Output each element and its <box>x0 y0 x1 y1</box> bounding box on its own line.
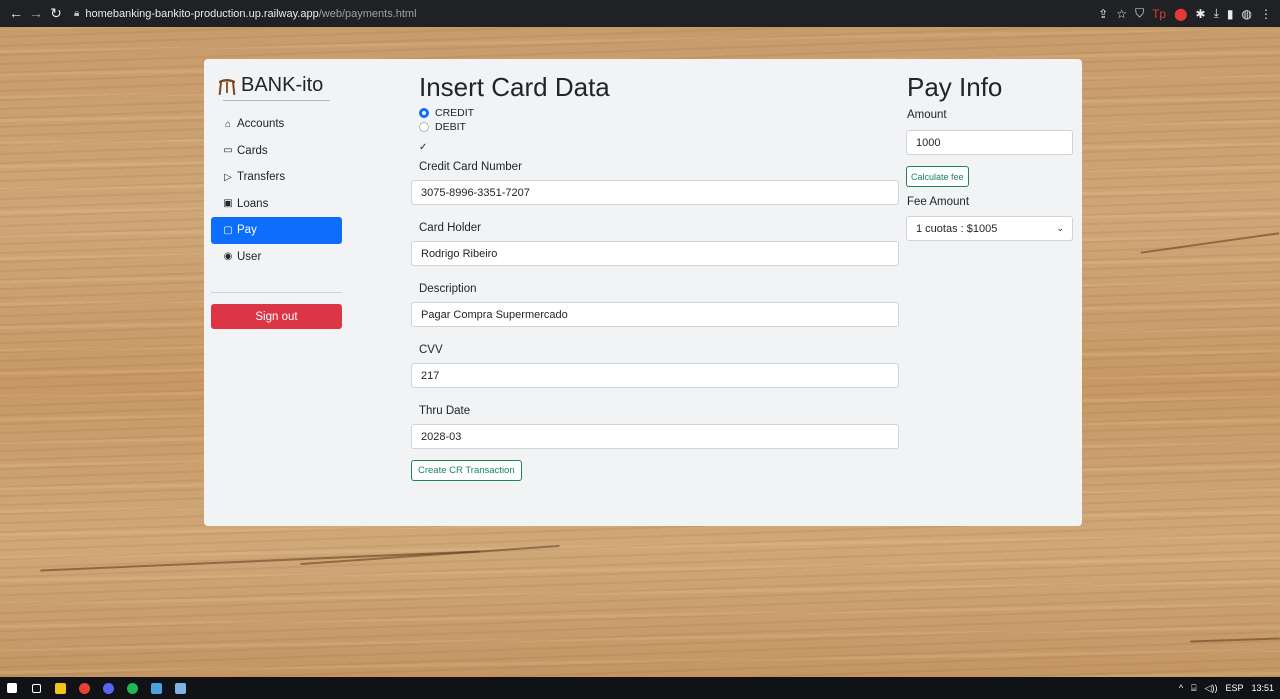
browser-menu-icon[interactable]: ⋮ <box>1260 7 1272 21</box>
notepad-icon[interactable] <box>168 677 192 699</box>
calculate-row: Calculate fee <box>906 166 1073 187</box>
clock[interactable]: 13:51 <box>1251 683 1274 693</box>
person-circle-icon: ◉ <box>223 251 233 263</box>
wood-crack <box>1189 637 1280 643</box>
extension-tp-icon[interactable]: Tp <box>1152 7 1166 21</box>
url-host: homebanking-bankito-production.up.railwa… <box>85 7 319 20</box>
file-explorer-icon[interactable] <box>48 677 72 699</box>
create-transaction-button[interactable]: Create CR Transaction <box>411 460 522 481</box>
sidebar-item-label: Pay <box>237 224 257 237</box>
card-holder-label: Card Holder <box>419 222 481 234</box>
extension-red-icon[interactable]: ⬤ <box>1174 7 1187 21</box>
pay-info-panel: Pay Info Amount 1000 Calculate fee Fee A… <box>906 72 1073 241</box>
profile-avatar-icon[interactable]: ◍ <box>1242 7 1252 21</box>
back-icon[interactable]: ← <box>6 5 26 22</box>
share-icon[interactable]: ⇪ <box>1098 7 1108 21</box>
sidebar-item-label: Cards <box>237 144 268 157</box>
app-card: BANK-ito ⌂ Accounts ▭ Cards ▷ Transfers … <box>204 59 1082 526</box>
brand-name: BANK-ito <box>241 74 324 96</box>
amount-input[interactable]: 1000 <box>906 130 1073 155</box>
pay-info-title: Pay Info <box>907 72 1003 102</box>
card-data-form: Insert Card Data CREDIT DEBIT ✓ Credit C… <box>411 72 899 481</box>
brand[interactable]: BANK-ito <box>211 72 342 99</box>
description-input[interactable]: Pagar Compra Supermercado <box>411 302 899 327</box>
card-holder-input[interactable]: Rodrigo Ribeiro <box>411 241 899 266</box>
wallet-icon: ▢ <box>223 224 233 236</box>
transfer-icon: ▷ <box>224 171 232 183</box>
sidebar-item-loans[interactable]: ▣ Loans <box>211 191 342 218</box>
cvv-label: CVV <box>419 344 443 356</box>
chevron-down-icon: ⌄ <box>1056 223 1064 233</box>
address-bar[interactable]: 🔒︎ homebanking-bankito-production.up.rai… <box>74 8 417 20</box>
chrome-icon[interactable] <box>72 677 96 699</box>
discord-icon[interactable] <box>96 677 120 699</box>
sidebar-item-label: Transfers <box>237 171 286 184</box>
sidebar-item-user[interactable]: ◉ User <box>211 244 342 271</box>
sidebar-item-label: Accounts <box>237 118 285 131</box>
sidebar-item-cards[interactable]: ▭ Cards <box>211 138 342 165</box>
amount-label: Amount <box>907 109 947 121</box>
browser-extensions: ⇪ ☆ ⛉ Tp ⬤ ✱ ⤓ ▮ ◍ ⋮ <box>1098 0 1272 27</box>
check-mark-icon: ✓ <box>419 142 428 153</box>
form-title: Insert Card Data <box>419 72 610 102</box>
cvv-input[interactable]: 217 <box>411 363 899 388</box>
sidebar-item-label: User <box>237 250 262 263</box>
spotify-icon[interactable] <box>120 677 144 699</box>
system-tray: ^ ⌸ ◁)) ESP 13:51 <box>1179 677 1274 699</box>
radio-credit-label: CREDIT <box>435 107 475 119</box>
card-number-input[interactable]: 3075-8996-3351-7207 <box>411 180 899 205</box>
tray-chevron-icon[interactable]: ^ <box>1179 683 1183 693</box>
sidebar-item-accounts[interactable]: ⌂ Accounts <box>211 111 342 138</box>
wood-crack <box>300 544 560 566</box>
wood-crack <box>1140 232 1280 254</box>
card-number-label: Credit Card Number <box>419 161 522 173</box>
reload-icon[interactable]: ↻ <box>46 5 66 22</box>
radio-debit-dot[interactable] <box>419 122 429 132</box>
extensions-puzzle-icon[interactable]: ✱ <box>1196 7 1206 21</box>
radio-credit[interactable]: CREDIT <box>419 106 899 120</box>
sidebar-item-transfers[interactable]: ▷ Transfers <box>211 164 342 191</box>
bank-icon: ⌂ <box>224 118 232 130</box>
url-path: /web/payments.html <box>318 7 417 20</box>
bookmark-star-icon[interactable]: ☆ <box>1116 7 1127 21</box>
sidebar-menu: ⌂ Accounts ▭ Cards ▷ Transfers ▣ Loans ▢… <box>211 111 342 270</box>
sidebar: BANK-ito ⌂ Accounts ▭ Cards ▷ Transfers … <box>211 72 342 329</box>
shield-extension-icon[interactable]: ⛉ <box>1135 6 1144 21</box>
cash-icon: ▣ <box>223 198 233 210</box>
windows-taskbar: ^ ⌸ ◁)) ESP 13:51 <box>0 677 1280 699</box>
sidebar-item-label: Loans <box>237 197 269 210</box>
brand-divider <box>223 100 330 101</box>
download-icon[interactable]: ⤓ <box>1214 6 1219 21</box>
sidepanel-icon[interactable]: ▮ <box>1227 7 1234 21</box>
radio-debit-label: DEBIT <box>435 121 466 133</box>
fee-amount-label: Fee Amount <box>907 196 970 208</box>
calculate-fee-button[interactable]: Calculate fee <box>906 166 969 187</box>
wood-crack <box>40 550 480 572</box>
sign-out-button[interactable]: Sign out <box>211 304 342 329</box>
network-icon[interactable]: ⌸ <box>1191 683 1196 694</box>
windows-start-icon[interactable] <box>0 677 24 699</box>
thru-date-input[interactable]: 2028-03 <box>411 424 899 449</box>
stool-logo-icon <box>218 78 236 95</box>
radio-debit[interactable]: DEBIT <box>419 120 899 134</box>
task-view-icon[interactable] <box>24 677 48 699</box>
lock-icon: 🔒︎ <box>74 8 80 19</box>
language-indicator[interactable]: ESP <box>1225 683 1243 693</box>
thru-date-label: Thru Date <box>419 405 471 417</box>
browser-toolbar: ← → ↻ 🔒︎ homebanking-bankito-production.… <box>0 0 1280 27</box>
submit-row: Create CR Transaction <box>411 460 899 481</box>
app-icon[interactable] <box>144 677 168 699</box>
browser-nav: ← → ↻ <box>6 5 66 22</box>
sidebar-item-pay[interactable]: ▢ Pay <box>211 217 342 244</box>
forward-icon[interactable]: → <box>26 5 46 22</box>
fee-amount-value: 1 cuotas : $1005 <box>916 222 998 235</box>
radio-credit-dot[interactable] <box>419 108 429 118</box>
description-label: Description <box>419 283 477 295</box>
credit-card-icon: ▭ <box>223 145 233 157</box>
fee-amount-select[interactable]: 1 cuotas : $1005 ⌄ <box>906 216 1073 241</box>
volume-icon[interactable]: ◁)) <box>1205 683 1218 694</box>
sidebar-divider <box>211 292 342 293</box>
